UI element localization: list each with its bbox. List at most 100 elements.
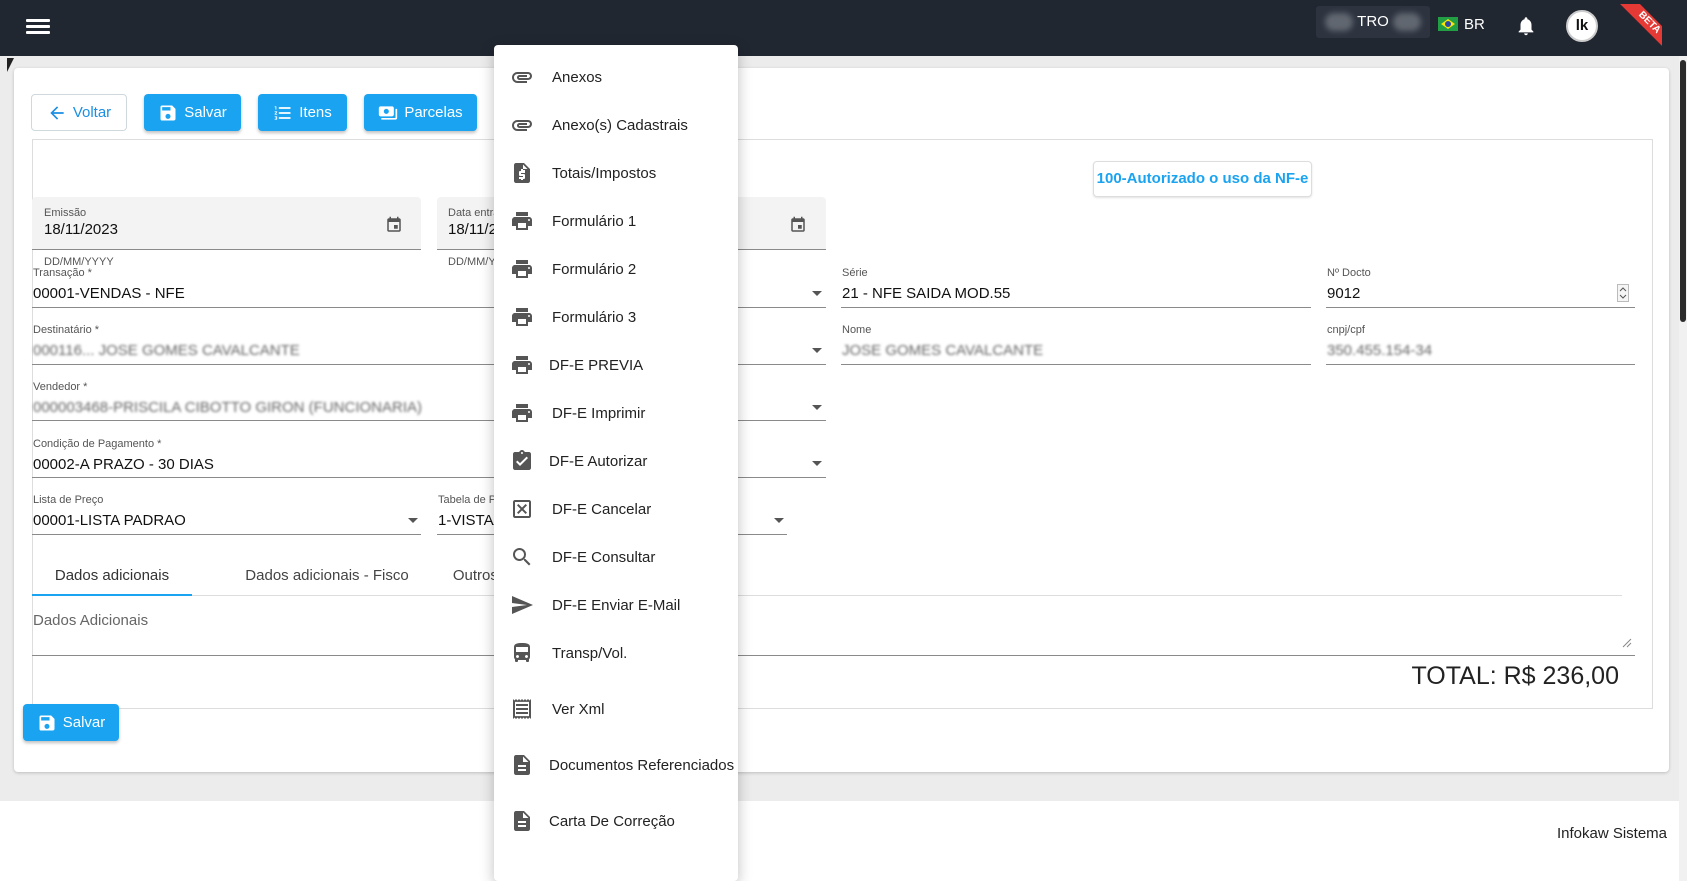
destinatario-value[interactable]: 000116... JOSE GOMES CAVALCANTE: [33, 342, 300, 359]
menu-item-totais-impostos[interactable]: Totais/Impostos: [494, 153, 738, 193]
menu-item-anexos-cadastrais[interactable]: Anexo(s) Cadastrais: [494, 105, 738, 145]
chevron-down-icon[interactable]: [812, 405, 822, 410]
menu-item-formulario-1[interactable]: Formulário 1: [494, 201, 738, 241]
tabela-value[interactable]: 1-VISTA/: [438, 512, 498, 529]
data-entrada-hint: DD/MM/Y: [448, 256, 496, 268]
send-icon: [512, 596, 533, 614]
save-label: Salvar: [184, 104, 227, 121]
blurred-text: [1325, 13, 1354, 32]
nome-value: JOSE GOMES CAVALCANTE: [842, 342, 1044, 359]
menu-item-label: DF-E Imprimir: [552, 404, 646, 422]
search-icon: [513, 548, 531, 566]
printer-icon: [512, 356, 532, 374]
menu-item-label: Ver Xml: [552, 700, 605, 718]
printer-icon: [512, 308, 532, 326]
menu-item-ver-xml[interactable]: Ver Xml: [494, 689, 738, 729]
printer-icon: [512, 260, 532, 278]
menu-item-formulario-3[interactable]: Formulário 3: [494, 297, 738, 337]
resize-handle-icon[interactable]: [1622, 638, 1632, 648]
installments-button[interactable]: Parcelas: [364, 94, 477, 131]
bell-icon[interactable]: [1515, 14, 1537, 38]
cnpj-cpf-underline: [1326, 364, 1635, 365]
dados-adicionais-underline[interactable]: [32, 655, 1635, 656]
nome-underline: [841, 364, 1311, 365]
calendar-icon[interactable]: [385, 216, 403, 234]
menu-item-label: Totais/Impostos: [552, 164, 657, 182]
menu-item-documentos-referenciados[interactable]: Documentos Referenciados: [494, 745, 738, 785]
back-button[interactable]: Voltar: [31, 94, 127, 131]
bus-icon: [514, 643, 530, 662]
list-numbered-icon: [274, 105, 291, 120]
nfe-status-button[interactable]: 100-Autorizado o uso da NF-e: [1093, 161, 1312, 197]
chevron-down-icon[interactable]: [812, 291, 822, 296]
tab-dados-adicionais-fisco[interactable]: Dados adicionais - Fisco: [212, 556, 442, 596]
menu-item-formulario-2[interactable]: Formulário 2: [494, 249, 738, 289]
n-docto-underline: [1326, 307, 1635, 308]
menu-item-label: DF-E Cancelar: [552, 500, 652, 518]
menu-item-dfe-consultar[interactable]: DF-E Consultar: [494, 537, 738, 577]
menu-item-label: DF-E Consultar: [552, 548, 656, 566]
hamburger-menu-icon[interactable]: [26, 16, 50, 40]
data-entrada-label: Data entra: [448, 207, 500, 219]
menu-item-carta-de-correcao[interactable]: Carta De Correção: [494, 801, 738, 841]
lista-preco-label: Lista de Preço: [33, 494, 104, 506]
chevron-down-icon[interactable]: [812, 461, 822, 466]
transacao-value[interactable]: 00001-VENDAS - NFE: [33, 285, 185, 302]
chevron-down-icon[interactable]: [774, 518, 784, 523]
brazil-flag-icon[interactable]: [1438, 17, 1458, 31]
menu-item-label: Formulário 3: [552, 308, 637, 326]
destinatario-label: Destinatário *: [33, 324, 100, 336]
back-label: Voltar: [72, 104, 112, 121]
clipboard-check-icon: [513, 450, 531, 470]
n-docto-value[interactable]: 9012: [1327, 285, 1360, 302]
menu-item-label: DF-E PREVIA: [549, 356, 644, 374]
footer: Infokaw Sistema: [0, 801, 1687, 881]
menu-item-anexos[interactable]: Anexos: [494, 57, 738, 97]
items-button[interactable]: Itens: [258, 94, 347, 131]
vendedor-value[interactable]: 000003468-PRISCILA CIBOTTO GIRON (FUNCIO…: [33, 399, 422, 416]
chevron-down-icon[interactable]: [408, 518, 418, 523]
chevron-down-icon[interactable]: [812, 348, 822, 353]
menu-item-dfe-previa[interactable]: DF-E PREVIA: [494, 345, 738, 385]
condicao-value[interactable]: 00002-A PRAZO - 30 DIAS: [33, 456, 214, 473]
menu-item-label: DF-E Autorizar: [549, 452, 648, 470]
calendar-icon[interactable]: [789, 216, 807, 234]
printer-icon: [512, 404, 532, 422]
installments-label: Parcelas: [404, 104, 463, 121]
menu-item-label: Documentos Referenciados: [549, 756, 735, 774]
menu-item-dfe-cancelar[interactable]: DF-E Cancelar: [494, 489, 738, 529]
paperclip-icon: [512, 72, 532, 83]
vendedor-label: Vendedor *: [33, 381, 88, 393]
total-value: TOTAL: R$ 236,00: [1411, 662, 1619, 690]
receipt-icon: [513, 699, 531, 719]
dados-adicionais-label: Dados Adicionais: [33, 612, 149, 629]
dollar-document-icon: [514, 163, 530, 183]
blurred-text: [1392, 13, 1421, 32]
cnpj-cpf-value: 350.455.154-34: [1327, 342, 1433, 359]
avatar[interactable]: lk: [1566, 10, 1598, 42]
menu-item-dfe-imprimir[interactable]: DF-E Imprimir: [494, 393, 738, 433]
serie-value[interactable]: 21 - NFE SAIDA MOD.55: [842, 285, 1010, 302]
stepper-icon[interactable]: [1617, 284, 1629, 302]
save-button-bottom[interactable]: Salvar: [23, 704, 119, 741]
menu-item-dfe-autorizar[interactable]: DF-E Autorizar: [494, 441, 738, 481]
n-docto-label: Nº Docto: [1327, 267, 1371, 279]
actions-menu: Anexos Anexo(s) Cadastrais Totais/Impost…: [494, 45, 738, 881]
menu-item-label: Formulário 2: [552, 260, 637, 278]
items-label: Itens: [299, 104, 332, 121]
menu-item-label: DF-E Enviar E-Mail: [552, 596, 681, 614]
mouse-cursor-icon: [7, 58, 14, 72]
save-button[interactable]: Salvar: [144, 94, 241, 131]
lista-preco-value[interactable]: 00001-LISTA PADRAO: [33, 512, 186, 529]
document-icon: [514, 811, 530, 831]
save-icon: [160, 105, 176, 120]
scrollbar-thumb[interactable]: [1680, 60, 1686, 322]
company-selector[interactable]: TRO: [1316, 6, 1430, 38]
menu-item-dfe-enviar-email[interactable]: DF-E Enviar E-Mail: [494, 585, 738, 625]
transacao-label: Transação *: [33, 267, 92, 279]
tabela-label: Tabela de P: [438, 494, 497, 506]
save-icon: [39, 715, 55, 730]
menu-item-transp-vol[interactable]: Transp/Vol.: [494, 633, 738, 673]
tab-dados-adicionais[interactable]: Dados adicionais: [32, 556, 192, 596]
language-label[interactable]: BR: [1464, 16, 1485, 33]
